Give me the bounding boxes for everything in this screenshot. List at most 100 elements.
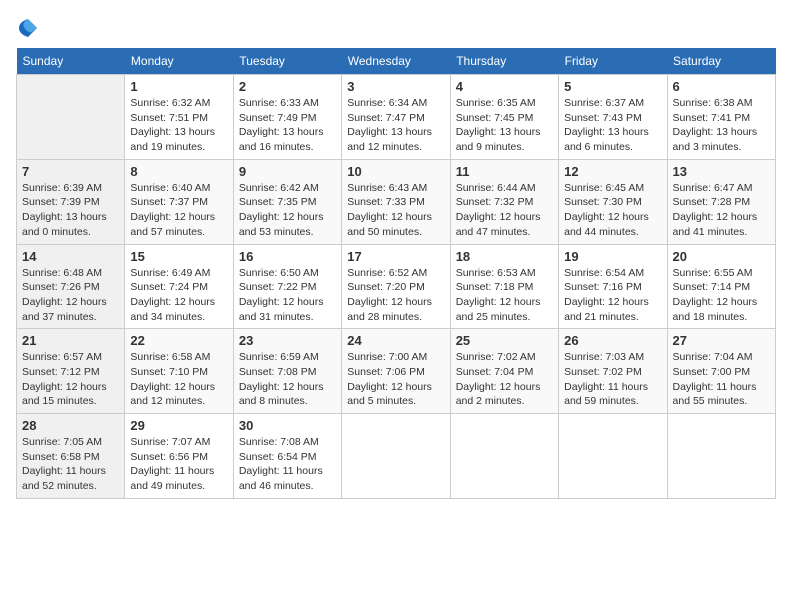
day-info: Sunrise: 6:33 AMSunset: 7:49 PMDaylight:… xyxy=(239,96,336,155)
day-number: 20 xyxy=(673,249,770,264)
day-info: Sunrise: 6:52 AMSunset: 7:20 PMDaylight:… xyxy=(347,266,444,325)
day-number: 21 xyxy=(22,333,119,348)
day-number: 25 xyxy=(456,333,553,348)
day-info: Sunrise: 6:55 AMSunset: 7:14 PMDaylight:… xyxy=(673,266,770,325)
calendar-cell: 23 Sunrise: 6:59 AMSunset: 7:08 PMDayligh… xyxy=(233,329,341,414)
day-number: 28 xyxy=(22,418,119,433)
calendar-cell: 16 Sunrise: 6:50 AMSunset: 7:22 PMDayligh… xyxy=(233,244,341,329)
calendar-cell: 8 Sunrise: 6:40 AMSunset: 7:37 PMDaylight… xyxy=(125,159,233,244)
day-number: 22 xyxy=(130,333,227,348)
day-number: 19 xyxy=(564,249,661,264)
calendar-cell: 1Sunrise: 6:32 AMSunset: 7:51 PMDaylight… xyxy=(125,75,233,160)
page-header xyxy=(16,16,776,40)
week-row-5: 28 Sunrise: 7:05 AMSunset: 6:58 PMDayligh… xyxy=(17,414,776,499)
day-info: Sunrise: 6:59 AMSunset: 7:08 PMDaylight:… xyxy=(239,350,336,409)
day-info: Sunrise: 6:54 AMSunset: 7:16 PMDaylight:… xyxy=(564,266,661,325)
calendar-cell: 2 Sunrise: 6:33 AMSunset: 7:49 PMDaylight… xyxy=(233,75,341,160)
calendar-cell: 7 Sunrise: 6:39 AMSunset: 7:39 PMDaylight… xyxy=(17,159,125,244)
weekday-header-sunday: Sunday xyxy=(17,48,125,75)
logo-icon xyxy=(16,16,40,40)
day-number: 6 xyxy=(673,79,770,94)
day-info: Sunrise: 6:32 AMSunset: 7:51 PMDaylight:… xyxy=(130,96,227,155)
day-info: Sunrise: 6:57 AMSunset: 7:12 PMDaylight:… xyxy=(22,350,119,409)
day-info: Sunrise: 6:47 AMSunset: 7:28 PMDaylight:… xyxy=(673,181,770,240)
day-number: 9 xyxy=(239,164,336,179)
calendar-cell: 6 Sunrise: 6:38 AMSunset: 7:41 PMDaylight… xyxy=(667,75,775,160)
day-number: 2 xyxy=(239,79,336,94)
weekday-header-tuesday: Tuesday xyxy=(233,48,341,75)
day-info: Sunrise: 6:48 AMSunset: 7:26 PMDaylight:… xyxy=(22,266,119,325)
calendar-cell: 25 Sunrise: 7:02 AMSunset: 7:04 PMDayligh… xyxy=(450,329,558,414)
calendar-cell xyxy=(450,414,558,499)
calendar-cell: 29 Sunrise: 7:07 AMSunset: 6:56 PMDayligh… xyxy=(125,414,233,499)
day-info: Sunrise: 6:53 AMSunset: 7:18 PMDaylight:… xyxy=(456,266,553,325)
day-info: Sunrise: 7:02 AMSunset: 7:04 PMDaylight:… xyxy=(456,350,553,409)
calendar-cell xyxy=(17,75,125,160)
day-info: Sunrise: 7:07 AMSunset: 6:56 PMDaylight:… xyxy=(130,435,227,494)
day-info: Sunrise: 6:40 AMSunset: 7:37 PMDaylight:… xyxy=(130,181,227,240)
day-number: 27 xyxy=(673,333,770,348)
day-info: Sunrise: 6:58 AMSunset: 7:10 PMDaylight:… xyxy=(130,350,227,409)
calendar-cell xyxy=(559,414,667,499)
day-info: Sunrise: 6:38 AMSunset: 7:41 PMDaylight:… xyxy=(673,96,770,155)
calendar-cell: 5 Sunrise: 6:37 AMSunset: 7:43 PMDaylight… xyxy=(559,75,667,160)
day-info: Sunrise: 6:42 AMSunset: 7:35 PMDaylight:… xyxy=(239,181,336,240)
weekday-header-wednesday: Wednesday xyxy=(342,48,450,75)
week-row-1: 1Sunrise: 6:32 AMSunset: 7:51 PMDaylight… xyxy=(17,75,776,160)
weekday-header-friday: Friday xyxy=(559,48,667,75)
day-number: 30 xyxy=(239,418,336,433)
day-number: 5 xyxy=(564,79,661,94)
day-info: Sunrise: 7:05 AMSunset: 6:58 PMDaylight:… xyxy=(22,435,119,494)
calendar-cell xyxy=(667,414,775,499)
day-info: Sunrise: 6:39 AMSunset: 7:39 PMDaylight:… xyxy=(22,181,119,240)
day-number: 23 xyxy=(239,333,336,348)
calendar-cell: 10 Sunrise: 6:43 AMSunset: 7:33 PMDayligh… xyxy=(342,159,450,244)
day-info: Sunrise: 7:03 AMSunset: 7:02 PMDaylight:… xyxy=(564,350,661,409)
calendar-table: SundayMondayTuesdayWednesdayThursdayFrid… xyxy=(16,48,776,499)
calendar-cell: 19 Sunrise: 6:54 AMSunset: 7:16 PMDayligh… xyxy=(559,244,667,329)
calendar-cell: 24Sunrise: 7:00 AMSunset: 7:06 PMDayligh… xyxy=(342,329,450,414)
calendar-cell: 3Sunrise: 6:34 AMSunset: 7:47 PMDaylight… xyxy=(342,75,450,160)
calendar-cell: 30 Sunrise: 7:08 AMSunset: 6:54 PMDayligh… xyxy=(233,414,341,499)
day-number: 29 xyxy=(130,418,227,433)
weekday-header-row: SundayMondayTuesdayWednesdayThursdayFrid… xyxy=(17,48,776,75)
weekday-header-thursday: Thursday xyxy=(450,48,558,75)
day-number: 10 xyxy=(347,164,444,179)
calendar-cell: 20 Sunrise: 6:55 AMSunset: 7:14 PMDayligh… xyxy=(667,244,775,329)
calendar-cell: 12 Sunrise: 6:45 AMSunset: 7:30 PMDayligh… xyxy=(559,159,667,244)
calendar-cell: 21 Sunrise: 6:57 AMSunset: 7:12 PMDayligh… xyxy=(17,329,125,414)
calendar-cell xyxy=(342,414,450,499)
day-number: 12 xyxy=(564,164,661,179)
calendar-cell: 15Sunrise: 6:49 AMSunset: 7:24 PMDayligh… xyxy=(125,244,233,329)
weekday-header-monday: Monday xyxy=(125,48,233,75)
day-number: 8 xyxy=(130,164,227,179)
day-info: Sunrise: 6:34 AMSunset: 7:47 PMDaylight:… xyxy=(347,96,444,155)
calendar-cell: 11Sunrise: 6:44 AMSunset: 7:32 PMDayligh… xyxy=(450,159,558,244)
day-number: 15 xyxy=(130,249,227,264)
day-info: Sunrise: 7:04 AMSunset: 7:00 PMDaylight:… xyxy=(673,350,770,409)
day-number: 4 xyxy=(456,79,553,94)
calendar-cell: 26 Sunrise: 7:03 AMSunset: 7:02 PMDayligh… xyxy=(559,329,667,414)
calendar-cell: 14Sunrise: 6:48 AMSunset: 7:26 PMDayligh… xyxy=(17,244,125,329)
calendar-cell: 4 Sunrise: 6:35 AMSunset: 7:45 PMDaylight… xyxy=(450,75,558,160)
calendar-cell: 18Sunrise: 6:53 AMSunset: 7:18 PMDayligh… xyxy=(450,244,558,329)
calendar-cell: 13Sunrise: 6:47 AMSunset: 7:28 PMDayligh… xyxy=(667,159,775,244)
weekday-header-saturday: Saturday xyxy=(667,48,775,75)
calendar-cell: 28 Sunrise: 7:05 AMSunset: 6:58 PMDayligh… xyxy=(17,414,125,499)
day-info: Sunrise: 6:43 AMSunset: 7:33 PMDaylight:… xyxy=(347,181,444,240)
day-number: 26 xyxy=(564,333,661,348)
week-row-3: 14Sunrise: 6:48 AMSunset: 7:26 PMDayligh… xyxy=(17,244,776,329)
day-number: 11 xyxy=(456,164,553,179)
day-info: Sunrise: 6:35 AMSunset: 7:45 PMDaylight:… xyxy=(456,96,553,155)
day-info: Sunrise: 6:45 AMSunset: 7:30 PMDaylight:… xyxy=(564,181,661,240)
day-info: Sunrise: 7:00 AMSunset: 7:06 PMDaylight:… xyxy=(347,350,444,409)
day-number: 7 xyxy=(22,164,119,179)
calendar-cell: 17Sunrise: 6:52 AMSunset: 7:20 PMDayligh… xyxy=(342,244,450,329)
day-info: Sunrise: 7:08 AMSunset: 6:54 PMDaylight:… xyxy=(239,435,336,494)
day-info: Sunrise: 6:37 AMSunset: 7:43 PMDaylight:… xyxy=(564,96,661,155)
day-number: 16 xyxy=(239,249,336,264)
calendar-cell: 22 Sunrise: 6:58 AMSunset: 7:10 PMDayligh… xyxy=(125,329,233,414)
week-row-2: 7 Sunrise: 6:39 AMSunset: 7:39 PMDaylight… xyxy=(17,159,776,244)
week-row-4: 21 Sunrise: 6:57 AMSunset: 7:12 PMDayligh… xyxy=(17,329,776,414)
day-info: Sunrise: 6:50 AMSunset: 7:22 PMDaylight:… xyxy=(239,266,336,325)
